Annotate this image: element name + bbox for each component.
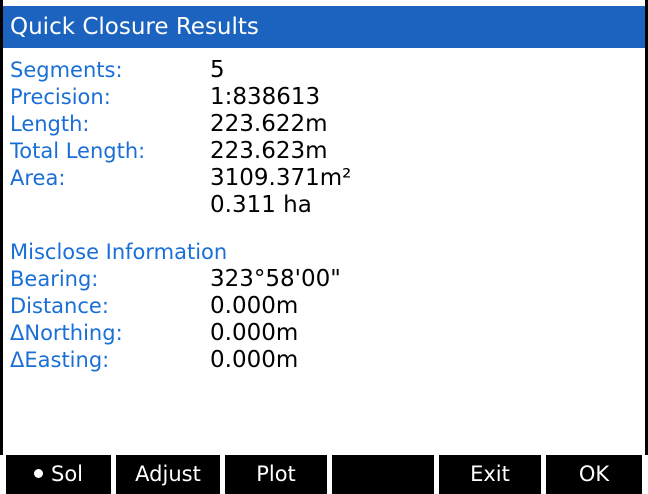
segments-label: Segments:: [10, 58, 123, 82]
bullet-icon: [33, 468, 43, 478]
results-content: Segments: 5 Precision: 1:838613 Length: …: [10, 57, 638, 374]
total-length-label: Total Length:: [10, 139, 146, 163]
sol-softkey[interactable]: Sol: [6, 455, 111, 494]
precision-label: Precision:: [10, 85, 111, 109]
adjust-softkey-label: Adjust: [135, 462, 201, 486]
sol-softkey-label: Sol: [50, 462, 83, 486]
segments-row: Segments: 5: [10, 57, 638, 84]
precision-row: Precision: 1:838613: [10, 84, 638, 111]
length-value: 223.622m: [210, 111, 328, 137]
screen-left-border: [0, 0, 3, 494]
length-label: Length:: [10, 112, 90, 136]
delta-easting-row: ΔEasting: 0.000m: [10, 347, 638, 374]
area-value: 3109.371m²: [210, 165, 352, 191]
plot-softkey-label: Plot: [256, 462, 296, 486]
title-bar: Quick Closure Results: [3, 6, 645, 48]
delta-northing-value: 0.000m: [210, 320, 299, 346]
plot-softkey[interactable]: Plot: [225, 455, 327, 494]
adjust-softkey[interactable]: Adjust: [116, 455, 220, 494]
delta-easting-label: ΔEasting:: [10, 348, 110, 372]
segments-value: 5: [210, 57, 225, 83]
quick-closure-results-screen: Quick Closure Results Segments: 5 Precis…: [0, 0, 648, 494]
delta-easting-value: 0.000m: [210, 347, 299, 373]
total-length-value: 223.623m: [210, 138, 328, 164]
bearing-label: Bearing:: [10, 267, 99, 291]
total-length-row: Total Length: 223.623m: [10, 138, 638, 165]
area-label: Area:: [10, 166, 66, 190]
delta-northing-row: ΔNorthing: 0.000m: [10, 320, 638, 347]
distance-value: 0.000m: [210, 293, 299, 319]
distance-label: Distance:: [10, 294, 109, 318]
area-hectares-value: 0.311 ha: [210, 192, 312, 218]
misclose-heading: Misclose Information: [10, 240, 228, 264]
exit-softkey-label: Exit: [470, 462, 510, 486]
delta-northing-label: ΔNorthing:: [10, 321, 123, 345]
exit-softkey[interactable]: Exit: [439, 455, 541, 494]
precision-value: 1:838613: [210, 84, 321, 110]
area-hectares-row: 0.311 ha: [10, 192, 638, 219]
bearing-value: 323°58'00": [210, 266, 341, 292]
window-title: Quick Closure Results: [10, 14, 259, 40]
area-row: Area: 3109.371m²: [10, 165, 638, 192]
length-row: Length: 223.622m: [10, 111, 638, 138]
ok-softkey-label: OK: [578, 462, 610, 486]
bearing-row: Bearing: 323°58'00": [10, 266, 638, 293]
empty-softkey[interactable]: [332, 455, 434, 494]
distance-row: Distance: 0.000m: [10, 293, 638, 320]
ok-softkey[interactable]: OK: [546, 455, 642, 494]
softkey-bar: Sol Adjust Plot Exit OK: [0, 455, 648, 494]
